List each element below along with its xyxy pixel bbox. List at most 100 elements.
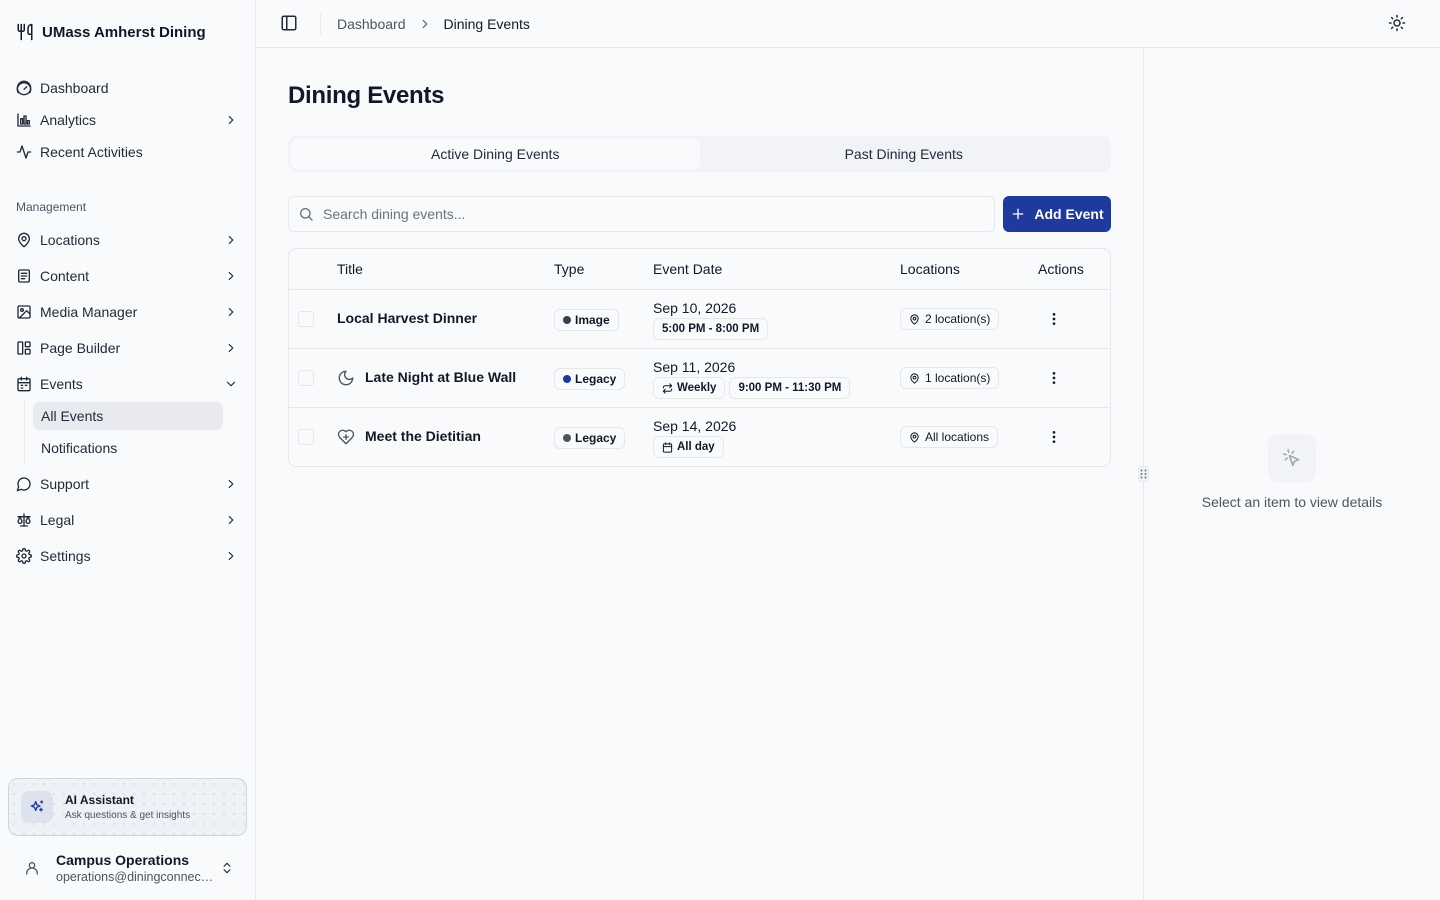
sidebar-item-media-manager[interactable]: Media Manager bbox=[8, 296, 248, 328]
more-vertical-icon[interactable] bbox=[1044, 309, 1064, 329]
tab-past-events[interactable]: Past Dining Events bbox=[700, 139, 1109, 169]
brand-name: UMass Amherst Dining bbox=[42, 23, 206, 41]
type-badge: Legacy bbox=[554, 427, 626, 449]
search-icon bbox=[298, 206, 314, 222]
sidebar-item-label: Settings bbox=[40, 548, 91, 564]
recurrence-pill: Weekly bbox=[653, 377, 726, 399]
top-header: Dashboard Dining Events bbox=[256, 0, 1440, 48]
map-pin-icon bbox=[909, 372, 920, 384]
sidebar-item-dashboard[interactable]: Dashboard bbox=[8, 72, 248, 104]
chevron-right-icon bbox=[224, 477, 238, 491]
user-email: operations@diningconnect.c... bbox=[56, 870, 216, 884]
type-dot bbox=[563, 375, 571, 383]
breadcrumb-dashboard[interactable]: Dashboard bbox=[337, 16, 406, 32]
sidebar: UMass Amherst Dining Dashboard Analytics… bbox=[0, 0, 256, 900]
header-divider bbox=[320, 14, 321, 34]
ai-assistant-subtitle: Ask questions & get insights bbox=[65, 810, 191, 821]
more-vertical-icon[interactable] bbox=[1044, 368, 1064, 388]
user-menu[interactable]: Campus Operations operations@diningconne… bbox=[8, 844, 248, 892]
image-icon bbox=[16, 304, 32, 320]
chevron-right-icon bbox=[224, 549, 238, 563]
time-pill: 9:00 PM - 11:30 PM bbox=[729, 377, 851, 399]
message-circle-icon bbox=[16, 476, 32, 492]
sidebar-item-content[interactable]: Content bbox=[8, 260, 248, 292]
row-checkbox[interactable] bbox=[298, 311, 314, 327]
locations-label: 1 location(s) bbox=[925, 371, 991, 385]
table-header: Title Type Event Date Locations Actions bbox=[289, 249, 1110, 290]
sidebar-item-recent-activities[interactable]: Recent Activities bbox=[8, 136, 248, 168]
sidebar-item-label: Analytics bbox=[40, 112, 97, 128]
add-event-button[interactable]: Add Event bbox=[1003, 196, 1111, 232]
bar-chart-icon bbox=[16, 112, 32, 128]
utensils-icon bbox=[16, 23, 34, 41]
sidebar-item-label: Locations bbox=[40, 232, 100, 248]
chevron-right-icon bbox=[224, 269, 238, 283]
sidebar-subitem-notifications[interactable]: Notifications bbox=[33, 434, 223, 462]
search-input[interactable] bbox=[323, 206, 994, 222]
plus-icon bbox=[1010, 206, 1026, 222]
sun-icon[interactable] bbox=[1388, 14, 1408, 34]
user-name: Campus Operations bbox=[56, 852, 190, 868]
event-date: Sep 11, 2026 bbox=[653, 359, 736, 375]
type-dot bbox=[563, 316, 571, 324]
row-checkbox[interactable] bbox=[298, 429, 314, 445]
search-box bbox=[288, 196, 995, 232]
column-header-actions: Actions bbox=[1038, 261, 1084, 277]
heart-plus-icon bbox=[337, 428, 355, 446]
event-date: Sep 10, 2026 bbox=[653, 300, 737, 316]
ai-assistant-card[interactable]: AI Assistant Ask questions & get insight… bbox=[8, 778, 247, 836]
more-vertical-icon[interactable] bbox=[1044, 427, 1064, 447]
user-icon bbox=[16, 860, 48, 876]
type-label: Image bbox=[575, 313, 610, 327]
table-row[interactable]: Late Night at Blue Wall Legacy Sep 11, 2… bbox=[289, 349, 1110, 408]
event-time-pills: Weekly 9:00 PM - 11:30 PM bbox=[653, 377, 851, 399]
locations-badge: 2 location(s) bbox=[900, 308, 1000, 330]
chevron-right-icon bbox=[224, 341, 238, 355]
map-pin-icon bbox=[909, 431, 920, 443]
chevron-right-icon bbox=[224, 233, 238, 247]
chevron-right-icon bbox=[224, 113, 238, 127]
table-row[interactable]: Local Harvest Dinner Image Sep 10, 2026 … bbox=[289, 290, 1110, 349]
gauge-icon bbox=[16, 80, 32, 96]
sidebar-item-legal[interactable]: Legal bbox=[8, 504, 248, 536]
breadcrumb-current: Dining Events bbox=[443, 16, 530, 32]
tab-active-events[interactable]: Active Dining Events bbox=[291, 139, 700, 169]
sidebar-item-events[interactable]: Events bbox=[8, 368, 248, 400]
sidebar-item-page-builder[interactable]: Page Builder bbox=[8, 332, 248, 364]
brand[interactable]: UMass Amherst Dining bbox=[16, 20, 206, 44]
column-header-title[interactable]: Title bbox=[337, 261, 363, 277]
table-row[interactable]: Meet the Dietitian Legacy Sep 14, 2026 A… bbox=[289, 408, 1110, 467]
event-time-pills: 5:00 PM - 8:00 PM bbox=[653, 318, 769, 340]
event-tabs: Active Dining Events Past Dining Events bbox=[288, 136, 1111, 172]
sidebar-subitem-all-events[interactable]: All Events bbox=[33, 402, 223, 430]
moon-icon bbox=[337, 369, 355, 387]
sidebar-item-settings[interactable]: Settings bbox=[8, 540, 248, 572]
map-pin-icon bbox=[16, 232, 32, 248]
detail-empty-text: Select an item to view details bbox=[1201, 494, 1383, 510]
row-checkbox[interactable] bbox=[298, 370, 314, 386]
locations-badge: 1 location(s) bbox=[900, 367, 1000, 389]
type-dot bbox=[563, 434, 571, 442]
add-event-label: Add Event bbox=[1034, 206, 1104, 222]
calendar-icon bbox=[662, 441, 673, 453]
time-pill: 5:00 PM - 8:00 PM bbox=[653, 318, 769, 340]
event-date: Sep 14, 2026 bbox=[653, 418, 737, 434]
page-title: Dining Events bbox=[288, 82, 445, 109]
type-label: Legacy bbox=[575, 372, 617, 386]
sidebar-item-label: Events bbox=[40, 376, 83, 392]
event-title: Local Harvest Dinner bbox=[337, 310, 478, 326]
sidebar-item-support[interactable]: Support bbox=[8, 468, 248, 500]
sidebar-item-label: Page Builder bbox=[40, 340, 121, 356]
sidebar-toggle-icon[interactable] bbox=[280, 14, 300, 34]
sidebar-item-label: Media Manager bbox=[40, 304, 138, 320]
column-header-type[interactable]: Type bbox=[554, 261, 584, 277]
gear-icon bbox=[16, 548, 32, 564]
locations-badge: All locations bbox=[900, 426, 999, 448]
column-header-event-date[interactable]: Event Date bbox=[653, 261, 722, 277]
locations-label: 2 location(s) bbox=[925, 312, 991, 326]
sidebar-item-locations[interactable]: Locations bbox=[8, 224, 248, 256]
column-header-locations[interactable]: Locations bbox=[900, 261, 960, 277]
sidebar-item-analytics[interactable]: Analytics bbox=[8, 104, 248, 136]
detail-panel: Select an item to view details bbox=[1144, 48, 1440, 900]
breadcrumb: Dashboard Dining Events bbox=[337, 14, 530, 34]
